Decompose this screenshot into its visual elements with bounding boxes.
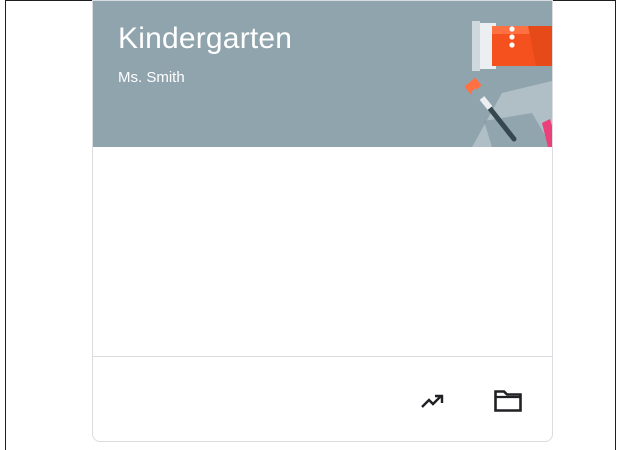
teacher-name: Ms. Smith [118,69,185,86]
folder-icon [494,390,522,412]
class-card-header: Kindergarten Ms. Smith [93,1,552,147]
open-class-folder-button[interactable] [490,383,526,419]
course-title-link[interactable]: Kindergarten [118,22,292,56]
class-card: Kindergarten Ms. Smith [92,0,553,442]
class-card-footer [93,357,552,441]
trending-up-icon [421,394,444,408]
class-card-body [93,147,552,356]
paint-illustration [464,21,552,147]
page-frame: Kindergarten Ms. Smith [5,0,616,450]
open-gradebook-button[interactable] [415,383,451,419]
more-options-button[interactable] [500,21,524,53]
more-vert-icon [509,26,515,48]
